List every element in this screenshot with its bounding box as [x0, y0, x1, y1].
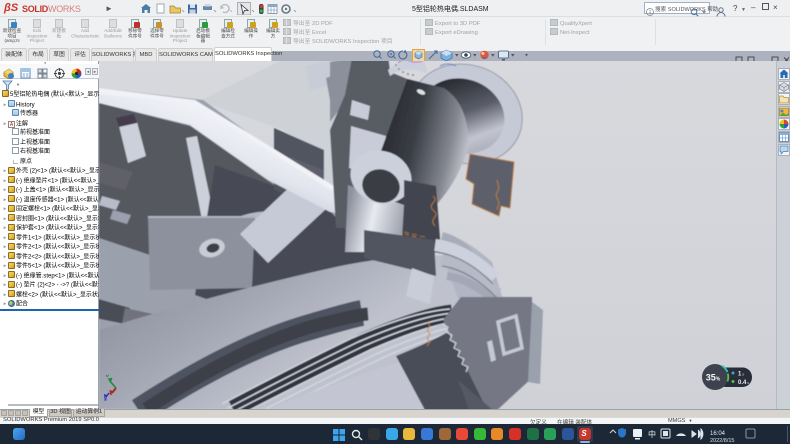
svg-text:中: 中 — [648, 429, 656, 439]
svg-text:16:04: 16:04 — [710, 431, 726, 437]
svg-text:2022/8/15: 2022/8/15 — [710, 438, 734, 444]
